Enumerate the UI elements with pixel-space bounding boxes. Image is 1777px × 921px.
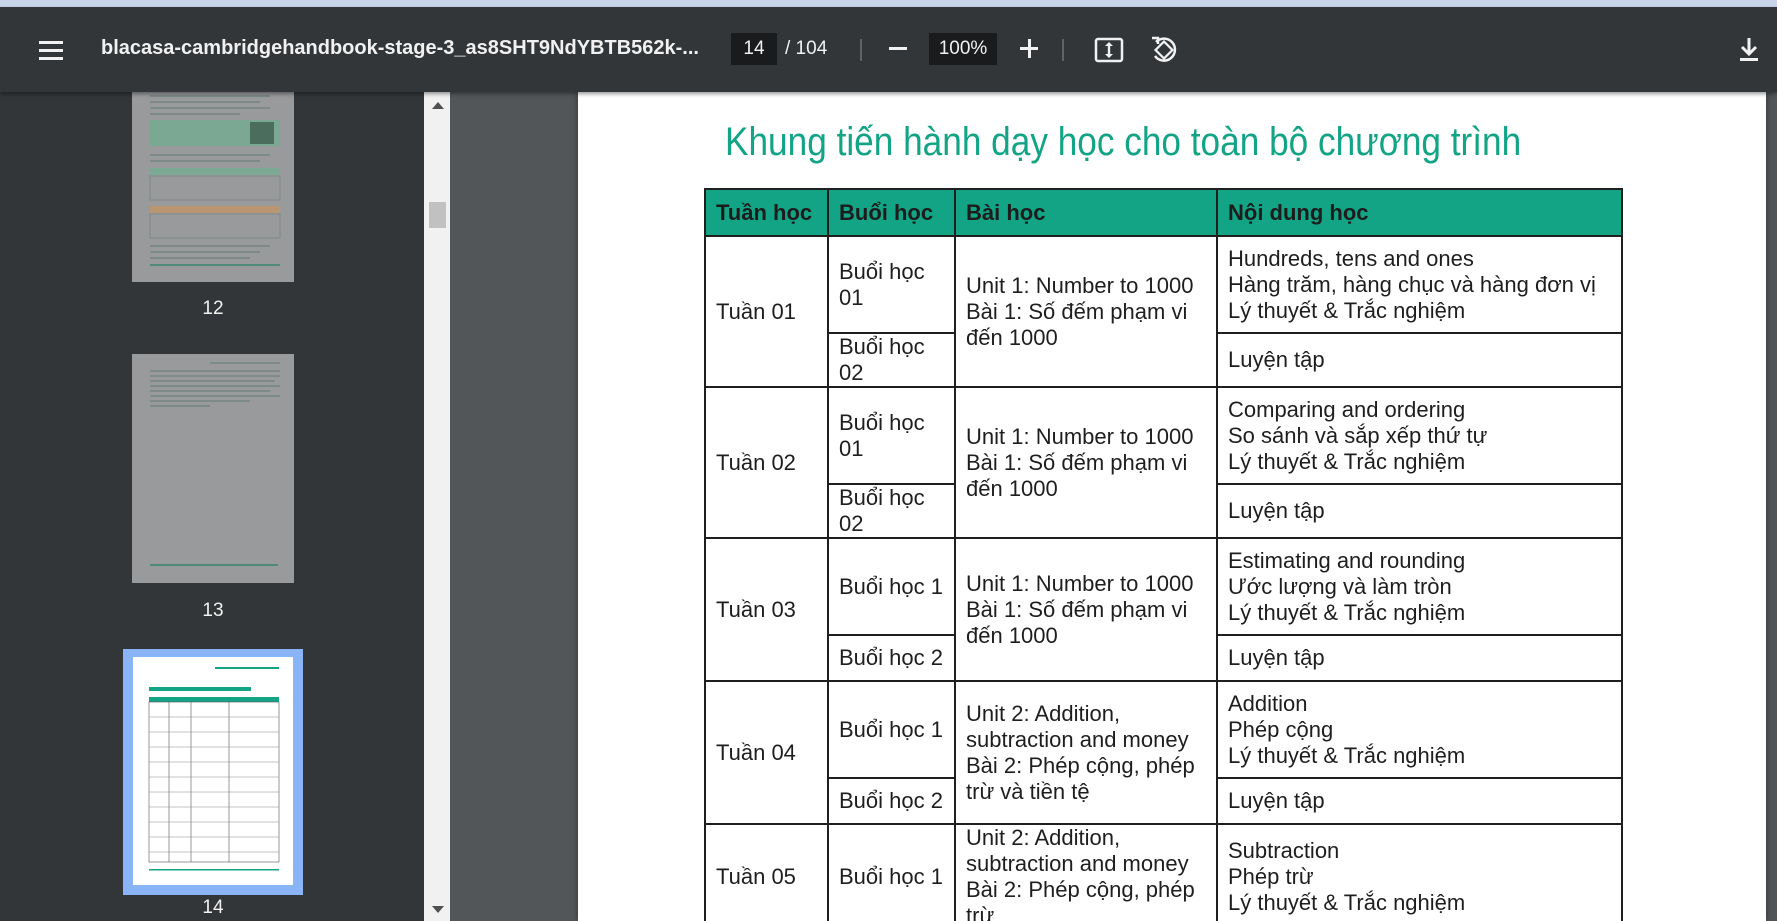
session-cell: Buổi học 2 xyxy=(827,777,956,825)
rotate-icon[interactable] xyxy=(1146,31,1182,67)
table-row: Tuần 03 Buổi học 1 Unit 1: Number to 100… xyxy=(704,537,1623,682)
table-header-row: Tuần học Buổi học Bài học Nội dung học xyxy=(704,188,1623,237)
page-thumbnail-14-selected[interactable] xyxy=(123,649,303,895)
sidebar-scrollbar[interactable] xyxy=(424,92,450,921)
session-cell: Buổi học 1 xyxy=(827,537,956,636)
week-cell: Tuần 02 xyxy=(704,386,829,539)
table-row: Tuần 04 Buổi học 1 Unit 2: Addition, sub… xyxy=(704,680,1623,825)
lesson-cell: Unit 2: Addition, subtraction and money B… xyxy=(954,680,1218,825)
fit-page-icon[interactable] xyxy=(1092,33,1126,67)
session-cell: Buổi học 01 xyxy=(827,386,956,485)
session-cell: Buổi học 1 xyxy=(827,680,956,779)
header-content: Nội dung học xyxy=(1216,188,1623,237)
header-session: Buổi học xyxy=(827,188,956,237)
session-cell: Buổi học 2 xyxy=(827,634,956,682)
pdf-page: Khung tiến hành dạy học cho toàn bộ chươ… xyxy=(578,92,1766,921)
lesson-cell: Unit 1: Number to 1000 Bài 1: Số đếm phạm… xyxy=(954,386,1218,539)
table-row: Tuần 05 Buổi học 1 Unit 2: Addition, sub… xyxy=(704,823,1623,921)
practice-cell: Luyện tập xyxy=(1216,777,1623,825)
content-cell: Comparing and ordering So sánh và sắp xếp… xyxy=(1216,386,1623,485)
content-cell: Estimating and rounding Ước lượng và làm … xyxy=(1216,537,1623,636)
session-cell: Buổi học 02 xyxy=(827,332,956,388)
zoom-out-icon[interactable] xyxy=(882,33,914,65)
thumbnail-label: 12 xyxy=(202,298,224,319)
page-heading: Khung tiến hành dạy học cho toàn bộ chươ… xyxy=(725,120,1522,164)
header-week: Tuần học xyxy=(704,188,829,237)
content-cell: Addition Phép cộng Lý thuyết & Trắc nghiệm xyxy=(1216,680,1623,779)
lesson-cell: Unit 1: Number to 1000 Bài 1: Số đếm phạm… xyxy=(954,235,1218,388)
lesson-cell: Unit 2: Addition, subtraction and money B… xyxy=(954,823,1218,921)
scroll-up-icon[interactable] xyxy=(432,102,444,109)
window-top-strip xyxy=(0,0,1777,7)
page-total: / 104 xyxy=(785,38,828,59)
week-cell: Tuần 01 xyxy=(704,235,829,388)
table-row: Tuần 01 Buổi học 01 Unit 1: Number to 10… xyxy=(704,235,1623,388)
thumbnail-sidebar: 12 13 14 xyxy=(0,92,424,921)
practice-cell: Luyện tập xyxy=(1216,483,1623,539)
download-icon[interactable] xyxy=(1732,33,1766,67)
practice-cell: Luyện tập xyxy=(1216,634,1623,682)
schedule-table: Tuần học Buổi học Bài học Nội dung học T… xyxy=(704,188,1623,921)
document-title: blacasa-cambridgehandbook-stage-3_as8SHT… xyxy=(101,37,699,59)
toolbar-divider xyxy=(1062,39,1064,61)
lesson-cell: Unit 1: Number to 1000 Bài 1: Số đếm phạm… xyxy=(954,537,1218,682)
practice-cell: Luyện tập xyxy=(1216,332,1623,388)
session-cell: Buổi học 01 xyxy=(827,235,956,334)
zoom-in-icon[interactable] xyxy=(1013,33,1045,65)
session-cell: Buổi học 02 xyxy=(827,483,956,539)
week-cell: Tuần 05 xyxy=(704,823,829,921)
week-cell: Tuần 04 xyxy=(704,680,829,825)
page-thumbnail-13[interactable] xyxy=(132,354,294,583)
scrollbar-thumb[interactable] xyxy=(429,202,446,228)
content-cell: Subtraction Phép trừ Lý thuyết & Trắc nghi… xyxy=(1216,823,1623,921)
week-cell: Tuần 03 xyxy=(704,537,829,682)
toolbar-divider xyxy=(860,39,862,61)
content-cell: Hundreds, tens and ones Hàng trăm, hàng c… xyxy=(1216,235,1623,334)
zoom-input[interactable] xyxy=(929,33,997,65)
header-lesson: Bài học xyxy=(954,188,1218,237)
thumbnail-label: 13 xyxy=(202,600,224,621)
menu-icon[interactable] xyxy=(34,33,68,67)
thumbnail-label: 14 xyxy=(202,897,224,918)
table-row: Tuần 02 Buổi học 01 Unit 1: Number to 10… xyxy=(704,386,1623,539)
page-number-input[interactable] xyxy=(731,33,777,65)
session-cell: Buổi học 1 xyxy=(827,823,956,921)
pdf-toolbar: blacasa-cambridgehandbook-stage-3_as8SHT… xyxy=(0,7,1777,92)
scroll-down-icon[interactable] xyxy=(432,906,444,913)
page-thumbnail-12[interactable] xyxy=(132,92,294,282)
viewer-gutter xyxy=(450,92,578,921)
